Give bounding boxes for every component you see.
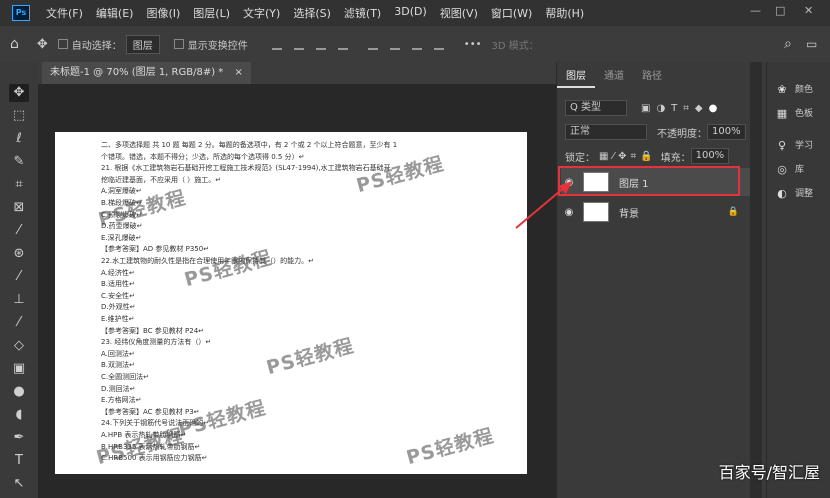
annotation-arrow bbox=[515, 181, 572, 229]
swatches-panel-item[interactable]: ▦ 色板 bbox=[775, 106, 814, 120]
color-icon: ❀ bbox=[777, 82, 787, 96]
color-panel-item[interactable]: ❀ 颜色 bbox=[775, 82, 814, 96]
watermark-caption: 百家号/智汇屋 bbox=[718, 463, 820, 482]
adjustments-panel-item[interactable]: ◐ 调整 bbox=[775, 186, 814, 200]
libraries-panel-item[interactable]: ◎ 库 bbox=[775, 162, 805, 176]
libraries-icon: ◎ bbox=[777, 162, 787, 176]
adjustments-icon: ◐ bbox=[777, 186, 787, 200]
swatches-label: 色板 bbox=[795, 109, 814, 119]
swatches-icon: ▦ bbox=[776, 106, 788, 120]
color-label: 颜色 bbox=[795, 85, 814, 95]
right-panel-dock: ❀ 颜色 ▦ 色板 ♀ 学习 ◎ 库 ◐ 调整 bbox=[766, 62, 830, 498]
learn-icon: ♀ bbox=[777, 138, 787, 152]
adjustments-label: 调整 bbox=[795, 189, 814, 199]
learn-panel-item[interactable]: ♀ 学习 bbox=[775, 138, 814, 152]
libraries-label: 库 bbox=[795, 165, 805, 175]
learn-label: 学习 bbox=[795, 141, 814, 151]
